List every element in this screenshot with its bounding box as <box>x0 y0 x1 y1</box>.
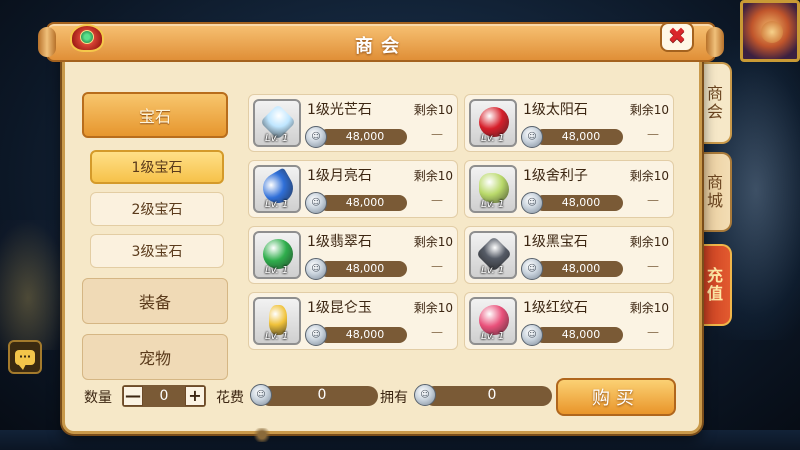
item-card[interactable]: Lv. 1 1级昆仑玉 剩余10 ☺ 48,000 — <box>248 292 458 350</box>
item-icon-frame[interactable]: Lv. 1 <box>253 231 301 279</box>
item-owned-dash: — <box>431 193 443 207</box>
item-owned-dash: — <box>647 127 659 141</box>
item-card[interactable]: Lv. 1 1级黑宝石 剩余10 ☺ 48,000 — <box>464 226 674 284</box>
item-level-label: Lv. 1 <box>481 199 505 210</box>
item-name: 1级红纹石 <box>523 300 588 316</box>
item-price: 48,000 <box>345 196 385 209</box>
item-remaining: 剩余10 <box>413 235 453 249</box>
subcategory-gem-level-3[interactable]: 3级宝石 <box>90 234 224 268</box>
subcategory-gem-level-1[interactable]: 1级宝石 <box>90 150 224 184</box>
item-icon-frame[interactable]: Lv. 1 <box>469 165 517 213</box>
item-level-label: Lv. 1 <box>265 331 289 342</box>
background-character <box>0 220 70 350</box>
item-name: 1级黑宝石 <box>523 234 588 250</box>
item-card[interactable]: Lv. 1 1级红纹石 剩余10 ☺ 48,000 — <box>464 292 674 350</box>
item-level-label: Lv. 1 <box>265 199 289 210</box>
item-icon-frame[interactable]: Lv. 1 <box>253 99 301 147</box>
owned-label: 拥有 <box>380 390 408 406</box>
close-button[interactable]: ✖ <box>660 22 694 52</box>
silver-coin-icon: ☺ <box>521 192 543 214</box>
item-owned-dash: — <box>647 325 659 339</box>
item-owned-dash: — <box>431 127 443 141</box>
item-name: 1级太阳石 <box>523 102 588 118</box>
panel-title: 商会 <box>355 36 407 57</box>
silver-coin-icon: ☺ <box>305 192 327 214</box>
subcategory-gem-level-2[interactable]: 2级宝石 <box>90 192 224 226</box>
item-card[interactable]: Lv. 1 1级光芒石 剩余10 ☺ 48,000 — <box>248 94 458 152</box>
category-gems[interactable]: 宝石 <box>82 92 228 138</box>
quantity-value[interactable]: 0 <box>144 388 184 404</box>
item-price: 48,000 <box>345 262 385 275</box>
item-remaining: 剩余10 <box>629 301 669 315</box>
chat-button[interactable] <box>8 340 42 374</box>
item-level-label: Lv. 1 <box>265 133 289 144</box>
item-price: 48,000 <box>561 262 601 275</box>
item-remaining: 剩余10 <box>629 103 669 117</box>
cost-value: 0 <box>317 387 327 403</box>
item-remaining: 剩余10 <box>629 235 669 249</box>
item-price: 48,000 <box>561 196 601 209</box>
item-icon-frame[interactable]: Lv. 1 <box>469 231 517 279</box>
item-price: 48,000 <box>345 328 385 341</box>
item-remaining: 剩余10 <box>413 169 453 183</box>
avatar-face <box>761 21 783 43</box>
panel-ornament <box>252 428 272 442</box>
item-remaining: 剩余10 <box>413 301 453 315</box>
silver-coin-icon: ☺ <box>521 126 543 148</box>
item-price: 48,000 <box>561 328 601 341</box>
item-owned-dash: — <box>431 259 443 273</box>
item-name: 1级月亮石 <box>307 168 372 184</box>
quantity-minus-button[interactable]: — <box>123 386 143 406</box>
item-level-label: Lv. 1 <box>265 265 289 276</box>
item-price: 48,000 <box>345 130 385 143</box>
item-level-label: Lv. 1 <box>481 133 505 144</box>
shop-emblem-icon <box>70 20 104 52</box>
chat-bubble-icon <box>15 349 35 370</box>
item-owned-dash: — <box>647 193 659 207</box>
item-remaining: 剩余10 <box>413 103 453 117</box>
category-equipment[interactable]: 装备 <box>82 278 228 324</box>
item-card[interactable]: Lv. 1 1级舍利子 剩余10 ☺ 48,000 — <box>464 160 674 218</box>
item-level-label: Lv. 1 <box>481 331 505 342</box>
silver-coin-icon: ☺ <box>250 384 272 406</box>
title-bar: 商会 <box>38 22 724 62</box>
silver-coin-icon: ☺ <box>521 258 543 280</box>
item-level-label: Lv. 1 <box>481 265 505 276</box>
item-owned-dash: — <box>431 325 443 339</box>
item-price: 48,000 <box>561 130 601 143</box>
item-name: 1级舍利子 <box>523 168 588 184</box>
item-card[interactable]: Lv. 1 1级月亮石 剩余10 ☺ 48,000 — <box>248 160 458 218</box>
silver-coin-icon: ☺ <box>305 258 327 280</box>
cost-label: 花费 <box>216 390 244 406</box>
buy-button[interactable]: 购买 <box>556 378 676 416</box>
player-avatar[interactable] <box>740 0 800 62</box>
item-name: 1级翡翠石 <box>307 234 372 250</box>
quantity-label: 数量 <box>84 390 112 406</box>
item-icon-frame[interactable]: Lv. 1 <box>253 165 301 213</box>
item-name: 1级光芒石 <box>307 102 372 118</box>
silver-coin-icon: ☺ <box>305 126 327 148</box>
item-owned-dash: — <box>647 259 659 273</box>
item-icon-frame[interactable]: Lv. 1 <box>469 297 517 345</box>
silver-coin-icon: ☺ <box>521 324 543 346</box>
item-name: 1级昆仑玉 <box>307 300 372 316</box>
silver-coin-icon: ☺ <box>414 384 436 406</box>
item-card[interactable]: Lv. 1 1级翡翠石 剩余10 ☺ 48,000 — <box>248 226 458 284</box>
quantity-plus-button[interactable]: + <box>185 386 205 406</box>
item-card[interactable]: Lv. 1 1级太阳石 剩余10 ☺ 48,000 — <box>464 94 674 152</box>
category-pets[interactable]: 宠物 <box>82 334 228 380</box>
item-icon-frame[interactable]: Lv. 1 <box>253 297 301 345</box>
close-icon: ✖ <box>667 24 687 49</box>
item-remaining: 剩余10 <box>629 169 669 183</box>
item-icon-frame[interactable]: Lv. 1 <box>469 99 517 147</box>
silver-coin-icon: ☺ <box>305 324 327 346</box>
owned-value: 0 <box>487 387 497 403</box>
